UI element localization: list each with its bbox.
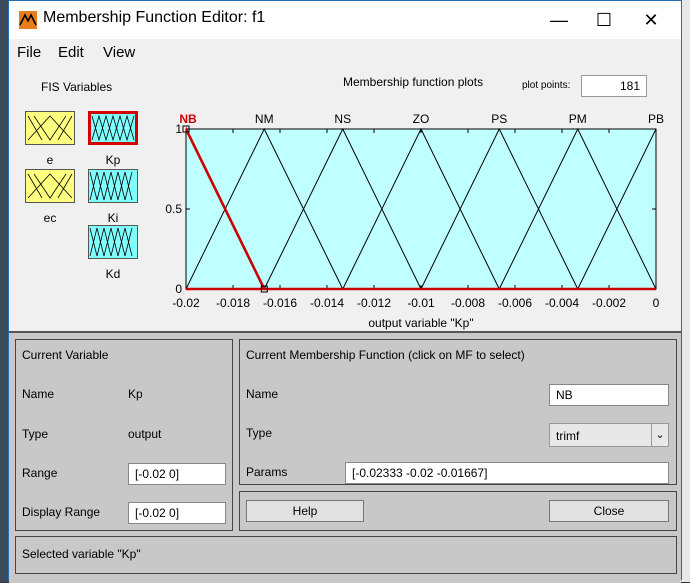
x-tick-label: -0.008 (451, 296, 485, 310)
menu-bar: File Edit View (9, 39, 681, 67)
x-tick-label: -0.016 (263, 296, 297, 310)
title-bar: Membership Function Editor: f1 — ☐ ✕ (9, 1, 681, 39)
x-tick-label: -0.01 (407, 296, 435, 310)
x-tick-label: -0.02 (172, 296, 200, 310)
mf-editor-window: Membership Function Editor: f1 — ☐ ✕ Fil… (8, 0, 682, 583)
help-button[interactable]: Help (246, 500, 364, 522)
variable-name-value: Kp (128, 387, 143, 401)
mf-plot[interactable]: -0.02 -0.018 -0.016 -0.014 -0.012 -0.01 -0.008… (9, 67, 683, 331)
minimize-button[interactable]: — (537, 5, 581, 35)
mf-name-input[interactable]: NB (549, 384, 669, 406)
y-tick-label: 0.5 (165, 202, 182, 216)
y-tick-label: 0 (175, 282, 182, 296)
status-text: Selected variable "Kp" (22, 547, 141, 561)
x-axis-label: output variable "Kp" (368, 316, 473, 330)
x-tick-label: -0.014 (310, 296, 344, 310)
mf-params-input[interactable]: [-0.02333 -0.02 -0.01667] (345, 462, 669, 484)
mf-name-label: Name (246, 387, 279, 401)
current-variable-panel: Current Variable Name Kp Type output Ran… (15, 339, 233, 531)
button-panel: Help Close (239, 491, 677, 531)
maximize-button[interactable]: ☐ (582, 5, 626, 35)
current-mf-panel: Current Membership Function (click on MF… (239, 339, 677, 485)
mf-label-nb: NB (179, 112, 197, 126)
mf-type-value: trimf (556, 429, 580, 443)
menu-file[interactable]: File (17, 44, 41, 61)
menu-edit[interactable]: Edit (58, 44, 84, 61)
mf-type-label: Type (246, 426, 273, 440)
x-tick-label: -0.006 (498, 296, 532, 310)
chevron-down-icon: ⌄ (651, 424, 668, 446)
range-input[interactable]: [-0.02 0] (128, 463, 226, 485)
display-range-label: Display Range (22, 505, 101, 519)
matlab-app-icon (19, 11, 37, 29)
plot-background (185, 128, 657, 290)
mf-label-pb: PB (648, 112, 664, 126)
menu-view[interactable]: View (103, 44, 135, 61)
mf-label-zo: ZO (413, 112, 430, 126)
x-tick-label: -0.018 (216, 296, 250, 310)
x-tick-label: -0.012 (357, 296, 391, 310)
x-tick-label: -0.002 (592, 296, 626, 310)
window-title: Membership Function Editor: f1 (43, 9, 266, 26)
x-tick-label: 0 (653, 296, 660, 310)
current-variable-title: Current Variable (22, 348, 109, 362)
close-button[interactable]: Close (549, 500, 669, 522)
mf-label-pm: PM (569, 112, 587, 126)
mf-label-nm: NM (255, 112, 274, 126)
lower-pane: Current Variable Name Kp Type output Ran… (9, 331, 681, 583)
current-mf-title: Current Membership Function (click on MF… (246, 348, 525, 362)
variable-name-label: Name (22, 387, 55, 401)
variable-type-label: Type (22, 427, 49, 441)
range-label: Range (22, 466, 58, 480)
upper-pane: FIS Variables e Kp ec Ki Kd Membership f… (9, 67, 681, 331)
x-tick-label: -0.004 (545, 296, 579, 310)
mf-params-label: Params (246, 465, 288, 479)
variable-type-value: output (128, 427, 162, 441)
status-bar: Selected variable "Kp" (15, 536, 677, 574)
close-window-button[interactable]: ✕ (629, 5, 673, 35)
mf-type-select[interactable]: trimf ⌄ (549, 423, 669, 447)
display-range-input[interactable]: [-0.02 0] (128, 502, 226, 524)
mf-label-ns: NS (334, 112, 351, 126)
mf-label-ps: PS (491, 112, 507, 126)
